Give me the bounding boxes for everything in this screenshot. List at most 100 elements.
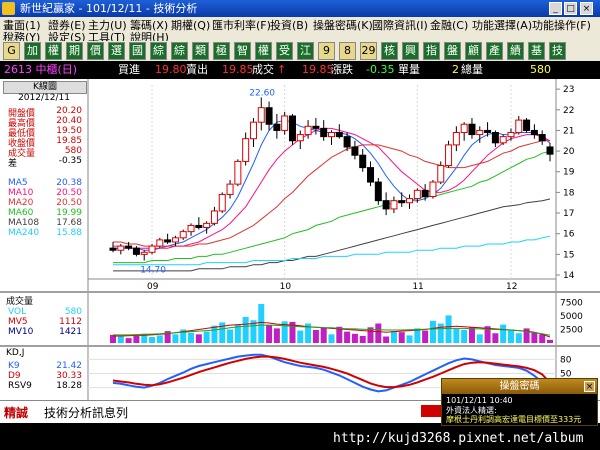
volume-bar (273, 328, 280, 343)
price-chart-pane[interactable]: K線圖 2012/12/11 開盤價 20.20 最高價 20.40 最低價 19.50 收… (0, 79, 600, 291)
candle-body (359, 154, 367, 169)
menu-item-forex[interactable]: 匯市利率(F) (212, 17, 271, 33)
volume-tick-label: 5000 (560, 312, 583, 322)
toolbar-button-5[interactable]: 選 (108, 42, 125, 60)
candle-body (226, 183, 234, 195)
price-tick-label: 19 (563, 168, 575, 178)
volume-bar (125, 338, 132, 343)
trade-code-popup[interactable]: 操盤密碼 × 101/12/11 10:40 外資法人精選: 摩根士丹利調高宏達… (441, 378, 598, 426)
candle-body (374, 181, 382, 202)
minimize-button[interactable]: _ (549, 2, 562, 15)
bid-label: 買進 (118, 63, 140, 76)
low-annotation: 14.70 (140, 266, 166, 276)
volume-bar (328, 334, 335, 343)
volume-bar (188, 332, 195, 343)
toolbar-button-14[interactable]: 江 (297, 42, 314, 60)
menu-item-options[interactable]: 期權(Q) (171, 17, 210, 33)
menu-item-finance[interactable]: 金融(C) (430, 17, 468, 33)
toolbar-button-12[interactable]: 權 (255, 42, 272, 60)
volume-bar (211, 325, 218, 343)
candle-body (179, 231, 187, 239)
toolbar-button-23[interactable]: 產 (486, 42, 503, 60)
popup-title: 操盤密碼 (442, 379, 597, 394)
toolbar-button-6[interactable]: 國 (129, 42, 146, 60)
candle-body (296, 134, 304, 142)
candle-body (343, 136, 351, 148)
toolbar-button-1[interactable]: 加 (24, 42, 41, 60)
toolbar-button-19[interactable]: 興 (402, 42, 419, 60)
candle-body (234, 160, 242, 185)
candle-body (429, 181, 437, 198)
price-tick-label: 17 (563, 209, 574, 219)
candle-body (218, 193, 226, 212)
volume-bar (133, 335, 140, 343)
volume-bar (266, 325, 273, 343)
close-button[interactable]: × (580, 2, 593, 15)
volume-bar (453, 328, 460, 343)
high-annotation: 22.60 (249, 88, 275, 98)
candle-body (437, 165, 445, 183)
url-watermark: http://kujd3268.pixnet.net/album (0, 428, 600, 450)
toolbar-button-2[interactable]: 權 (45, 42, 62, 60)
toolbar-button-10[interactable]: 極 (213, 42, 230, 60)
volume-bar (156, 335, 163, 343)
toolbar-button-20[interactable]: 指 (423, 42, 440, 60)
toolbar-button-21[interactable]: 盤 (444, 42, 461, 60)
tick-volume-value: 2 (452, 63, 459, 76)
toolbar-button-4[interactable]: 價 (87, 42, 104, 60)
menu-item-trade-code[interactable]: 操盤密碼(K) (313, 17, 373, 33)
bid-value: 19.80 (155, 63, 187, 76)
toolbar-button-18[interactable]: 核 (381, 42, 398, 60)
toolbar-button-22[interactable]: 顧 (465, 42, 482, 60)
window-title: 新世紀贏家 - 101/12/11 - 技術分析 (20, 2, 198, 15)
candle-body (476, 129, 484, 136)
candle-body (156, 239, 164, 247)
up-arrow-icon: ↑ (277, 63, 287, 76)
price-tick-label: 15 (563, 250, 574, 260)
last-label: 成交 (252, 63, 274, 76)
toolbar-button-25[interactable]: 基 (528, 42, 545, 60)
candle-body (390, 200, 398, 210)
volume-bar (445, 315, 452, 343)
toolbar-button-3[interactable]: 期 (66, 42, 83, 60)
change-value: -0.35 (366, 63, 395, 76)
volume-bar (149, 337, 156, 343)
volume-bar (500, 324, 507, 343)
toolbar-button-8[interactable]: 綜 (171, 42, 188, 60)
volume-pane[interactable]: 成交量 VOL 580 MV5 1112 MV10 1421 7500 5000 2500 (0, 293, 600, 345)
ma-line-ma10 (113, 127, 551, 249)
popup-close-button[interactable]: × (584, 381, 595, 392)
maximize-button[interactable]: □ (564, 2, 577, 15)
toolbar-button-15[interactable]: 9 (318, 42, 335, 60)
toolbar-button-16[interactable]: 8 (339, 42, 356, 60)
candle-body (421, 189, 429, 198)
toolbar-button-9[interactable]: 類 (192, 42, 209, 60)
volume-bar (351, 333, 358, 343)
toolbar-button-17[interactable]: 29 (360, 42, 377, 60)
popup-news-link[interactable]: 摩根士丹利調高宏達電目標價至333元 (446, 414, 594, 425)
candle-body (398, 200, 406, 204)
volume-bar (492, 333, 499, 343)
toolbar-button-26[interactable]: 技 (549, 42, 566, 60)
toolbar-button-7[interactable]: 綜 (150, 42, 167, 60)
toolbar-button-11[interactable]: 智 (234, 42, 251, 60)
candle-body (312, 125, 320, 129)
menu-item-function-select[interactable]: 功能選擇(A) (472, 17, 532, 33)
candle-body (164, 239, 172, 243)
menu-item-function-ops[interactable]: 功能操作(F) (532, 17, 591, 33)
menu-item-invest[interactable]: 投資(B) (270, 17, 308, 33)
candle-body (507, 132, 515, 138)
toolbar-button-13[interactable]: 受 (276, 42, 293, 60)
menu-item-intl[interactable]: 國際資訊(I) (372, 17, 428, 33)
toolbar-button-0[interactable]: G (3, 42, 20, 60)
volume-bar (258, 304, 265, 343)
candle-body (460, 123, 468, 134)
volume-bar (531, 332, 538, 343)
volume-chart-svg: 7500 5000 2500 (87, 293, 583, 345)
x-tick-label: 09 (147, 282, 159, 291)
menu-bar: 畫面(1) 證券(E) 主力(U) 籌碼(X) 期權(Q) 匯市利率(F) 投資… (0, 17, 600, 44)
volume-bar (390, 331, 397, 343)
title-bar: 新世紀贏家 - 101/12/11 - 技術分析 _ □ × (0, 0, 600, 17)
volume-bar (406, 335, 413, 343)
toolbar-button-24[interactable]: 績 (507, 42, 524, 60)
